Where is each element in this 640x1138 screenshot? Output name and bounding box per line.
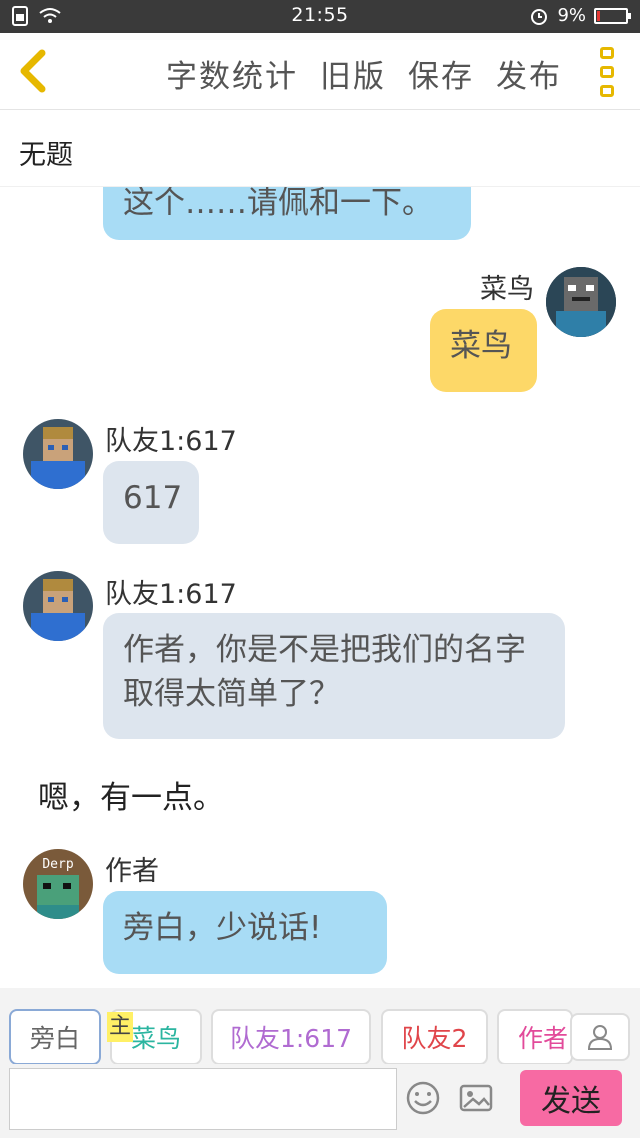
role-tab-teammate1[interactable]: 队友1:617 <box>211 1009 371 1065</box>
send-button[interactable]: 发送 <box>520 1070 622 1126</box>
player-face-icon <box>23 571 93 641</box>
word-count-button[interactable]: 字数统计 <box>166 51 298 96</box>
role-tab-author[interactable]: 作者 <box>497 1009 573 1065</box>
message-text: 617 <box>123 480 183 516</box>
message-bubble[interactable]: 这个……请佩和一下。 <box>103 187 471 240</box>
image-icon <box>459 1084 493 1112</box>
message-text: 这个……请佩和一下。 <box>123 187 433 221</box>
more-dot-icon <box>600 85 614 97</box>
message-bubble[interactable]: 作者，你是不是把我们的名字取得太简单了？ <box>103 613 565 739</box>
role-selector: 旁白 菜鸟 队友1:617 队友2 作者 <box>0 988 640 1068</box>
message-text: 作者，你是不是把我们的名字取得太简单了？ <box>123 632 526 712</box>
narration-text[interactable]: 嗯，有一点。 <box>38 772 224 817</box>
avatar-caption: Derp <box>42 857 74 872</box>
role-label: 队友1:617 <box>229 1024 353 1053</box>
message-text: 旁白，少说话! <box>123 910 322 946</box>
message-input[interactable] <box>9 1068 397 1130</box>
alarm-icon <box>531 8 548 25</box>
player-face-icon <box>23 419 93 489</box>
more-dot-icon <box>600 66 614 78</box>
more-menu-button[interactable] <box>596 47 618 97</box>
back-button[interactable] <box>12 47 56 95</box>
role-tab-narrator[interactable]: 旁白 <box>9 1009 101 1065</box>
toolbar-actions: 字数统计 旧版 保存 发布 <box>166 51 562 96</box>
role-label: 作者 <box>518 1024 569 1053</box>
battery-percent: 9% <box>557 5 586 26</box>
save-button[interactable]: 保存 <box>408 51 474 96</box>
chevron-left-icon <box>20 49 46 93</box>
player-face-icon <box>546 267 616 337</box>
sender-name: 菜鸟 <box>480 274 534 305</box>
status-icons-right: 9% <box>529 5 631 26</box>
smiley-icon <box>406 1081 440 1115</box>
message-bubble[interactable]: 旁白，少说话! <box>103 891 387 974</box>
chat-list[interactable]: 这个……请佩和一下。 菜鸟 菜鸟 队友1:617 617 队友1:617 作者，… <box>0 187 640 987</box>
sender-name: 作者 <box>105 856 159 887</box>
more-dot-icon <box>600 47 614 59</box>
role-label: 菜鸟 <box>130 1024 181 1053</box>
emoji-button[interactable] <box>405 1080 441 1116</box>
avatar[interactable] <box>546 267 616 337</box>
avatar[interactable] <box>23 419 93 489</box>
image-button[interactable] <box>458 1080 494 1116</box>
message-bubble[interactable]: 菜鸟 <box>430 309 537 392</box>
avatar[interactable] <box>23 571 93 641</box>
message-bubble[interactable]: 617 <box>103 461 199 544</box>
sender-name: 队友1:617 <box>105 426 237 457</box>
role-label: 旁白 <box>29 1024 80 1053</box>
message-text: 菜鸟 <box>450 328 512 364</box>
manage-characters-button[interactable] <box>570 1013 630 1061</box>
role-label: 队友2 <box>401 1024 468 1053</box>
input-bar: 发送 <box>0 1064 640 1138</box>
avatar[interactable]: Derp <box>23 849 93 919</box>
story-title-row[interactable]: 无题 <box>0 111 640 187</box>
toolbar: 字数统计 旧版 保存 发布 <box>0 33 640 110</box>
status-bar: 21:55 9% <box>0 0 640 33</box>
battery-icon <box>594 7 631 24</box>
role-tab-teammate2[interactable]: 队友2 <box>381 1009 488 1065</box>
old-version-button[interactable]: 旧版 <box>320 51 386 96</box>
user-icon <box>587 1025 613 1050</box>
sender-name: 队友1:617 <box>105 579 237 610</box>
main-character-tag: 主 <box>107 1012 133 1042</box>
publish-button[interactable]: 发布 <box>496 51 562 96</box>
story-title: 无题 <box>19 140 73 171</box>
